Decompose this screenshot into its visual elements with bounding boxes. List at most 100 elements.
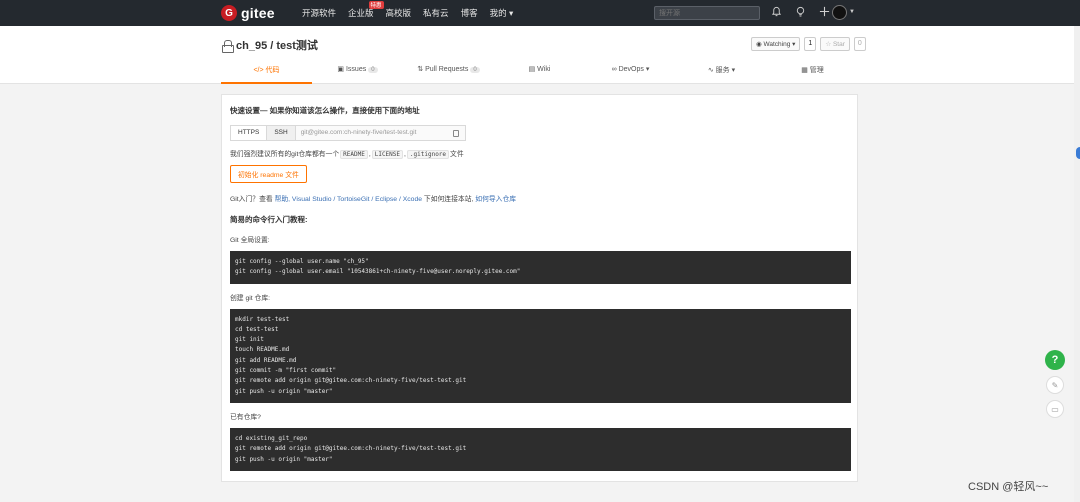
code-line: git remote add origin git@gitee.com:ch-n… <box>235 445 467 453</box>
tab-services-label: 服务 ▾ <box>715 67 736 74</box>
recommend-suffix: 文件 <box>450 151 464 158</box>
code-line: mkdir test-test <box>235 315 290 323</box>
tab-pull-requests-label: Pull Requests <box>425 66 469 73</box>
code-line: cd test-test <box>235 325 279 333</box>
create-repo-code: mkdir test-test cd test-test git init to… <box>230 308 851 403</box>
tab-settings-label: 管理 <box>809 67 824 74</box>
watch-label: Watching ▾ <box>763 41 796 48</box>
lightbulb-icon[interactable] <box>794 6 806 18</box>
repo-header: ch_95 / test测试 ◉ Watching ▾ 1 ☆ Star 0 <… <box>0 26 1080 84</box>
create-repo-label: 创建 git 仓库: <box>230 294 271 302</box>
chat-icon[interactable]: ▭ <box>1046 400 1064 418</box>
license-code: LICENSE <box>371 150 404 159</box>
repo-name[interactable]: ch_95 / test测试 <box>236 37 318 53</box>
tab-devops-label: DevOps ▾ <box>618 66 650 73</box>
tab-issues-label: Issues <box>345 66 367 73</box>
infinity-icon: ∞ <box>611 66 619 73</box>
top-nav: G gitee 开源软件 企业版特惠 高校版 私有云 博客 我的 ▾ ▼ <box>0 0 1080 26</box>
nav-links: 开源软件 企业版 特惠 高校版 私有云 博客 我的 ▾ <box>302 0 525 26</box>
book-icon: ▤ <box>528 66 538 73</box>
init-readme-button[interactable]: 初始化 readme 文件 <box>230 165 307 183</box>
tutorial-heading: 简易的命令行入门教程: <box>230 215 308 224</box>
global-settings-code: git config --global user.name "ch_95" gi… <box>230 251 851 284</box>
bell-icon[interactable] <box>770 6 782 18</box>
promo-badge: 特惠 <box>368 1 384 9</box>
recommend-text: 我们强烈建议所有的git仓库都有一个 README, LICENSE, .gitign… <box>230 150 464 159</box>
copy-icon[interactable] <box>452 130 459 137</box>
watch-button[interactable]: ◉ Watching ▾ <box>751 37 801 51</box>
tab-settings[interactable]: ▦ 管理 <box>767 61 858 84</box>
tab-wiki-label: Wiki <box>537 66 551 73</box>
nav-enterprise-label: 企业版 <box>348 8 374 18</box>
code-line: git init <box>235 336 264 344</box>
pulse-icon: ∿ <box>707 67 716 74</box>
https-tab[interactable]: HTTPS <box>230 125 268 141</box>
clone-url-text: git@gitee.com:ch-ninety-five/test-test.g… <box>300 129 417 136</box>
repo-tabs: </> 代码 ▣ Issues 0 ⇅ Pull Requests 0 ▤ Wiki… <box>221 61 858 84</box>
brand-name: gitee <box>241 5 275 21</box>
gitignore-code: .gitignore <box>406 150 450 159</box>
repo-title: ch_95 / test测试 <box>222 37 318 53</box>
nav-open-source[interactable]: 开源软件 <box>302 7 336 19</box>
code-line: git add README.md <box>235 356 297 364</box>
tab-code-label: </> 代码 <box>253 67 280 74</box>
chevron-down-icon[interactable]: ▼ <box>849 9 855 15</box>
star-button[interactable]: ☆ Star <box>820 37 850 51</box>
watch-star-group: ◉ Watching ▾ 1 ☆ Star 0 <box>751 37 866 51</box>
existing-repo-label: 已有仓库? <box>230 413 261 421</box>
quick-setup-heading: 快速设置— 如果你知道该怎么操作，直接使用下面的地址 <box>230 106 420 115</box>
pull-request-icon: ⇅ <box>417 66 426 73</box>
plus-icon[interactable] <box>818 6 830 18</box>
settings-icon: ▦ <box>801 67 810 74</box>
quick-setup-content: 快速设置— 如果你知道该怎么操作，直接使用下面的地址 HTTPS SSH git… <box>230 105 851 471</box>
tab-pull-requests[interactable]: ⇅ Pull Requests 0 <box>403 61 494 84</box>
recommend-prefix: 我们强烈建议所有的git仓库都有一个 <box>230 151 340 158</box>
git-help-text: Git入门？查看 帮助, Visual Studio / TortoiseGit… <box>230 193 851 203</box>
nav-icons <box>770 6 830 18</box>
ssh-tab[interactable]: SSH <box>267 125 296 141</box>
help-button[interactable]: ? <box>1045 350 1065 370</box>
side-handle[interactable] <box>1076 147 1080 159</box>
code-line: git commit -m "first commit" <box>235 367 337 375</box>
code-line: touch README.md <box>235 346 290 354</box>
clone-url-field[interactable]: git@gitee.com:ch-ninety-five/test-test.g… <box>295 125 466 141</box>
clone-url-row: HTTPS SSH git@gitee.com:ch-ninety-five/t… <box>230 125 851 141</box>
gitee-logo[interactable]: G gitee <box>221 5 275 21</box>
tab-code[interactable]: </> 代码 <box>221 61 312 84</box>
tab-wiki[interactable]: ▤ Wiki <box>494 61 585 84</box>
tab-services[interactable]: ∿ 服务 ▾ <box>676 61 767 84</box>
nav-education[interactable]: 高校版 <box>386 7 412 19</box>
tab-issues[interactable]: ▣ Issues 0 <box>312 61 403 84</box>
quick-setup-panel: 快速设置— 如果你知道该怎么操作，直接使用下面的地址 HTTPS SSH git… <box>221 94 858 482</box>
scrollbar[interactable] <box>1074 26 1080 502</box>
lock-icon <box>222 39 234 53</box>
gitee-logo-icon: G <box>221 5 237 21</box>
help-link[interactable]: 帮助 <box>275 196 289 203</box>
tab-issues-count: 0 <box>368 67 378 73</box>
watermark: CSDN @轻风~~ <box>968 481 1049 493</box>
tab-pull-requests-count: 0 <box>470 67 480 73</box>
code-line: git push -u origin "master" <box>235 387 333 395</box>
readme-code: README <box>340 150 368 159</box>
tab-devops[interactable]: ∞ DevOps ▾ <box>585 61 676 84</box>
nav-mine[interactable]: 我的 ▾ <box>490 7 514 19</box>
watch-count[interactable]: 1 <box>804 37 817 51</box>
code-line: git remote add origin git@gitee.com:ch-n… <box>235 377 467 385</box>
help-prefix: Git入门？查看 <box>230 196 273 203</box>
code-line: git config --global user.name "ch_95" <box>235 258 369 265</box>
code-line: git push -u origin "master" <box>235 455 333 463</box>
edit-icon[interactable]: ✎ <box>1046 376 1064 394</box>
code-line: cd existing_git_repo <box>235 434 308 442</box>
tools-links[interactable]: , Visual Studio / TortoiseGit / Eclipse … <box>288 196 422 203</box>
star-count[interactable]: 0 <box>853 37 866 51</box>
import-link[interactable]: 如何导入仓库 <box>475 196 516 203</box>
nav-blog[interactable]: 博客 <box>461 7 478 19</box>
nav-enterprise[interactable]: 企业版 特惠 <box>348 1 384 19</box>
issues-icon: ▣ <box>337 66 346 73</box>
search-input[interactable] <box>654 6 760 20</box>
global-settings-label: Git 全局设置: <box>230 237 270 244</box>
nav-private-cloud[interactable]: 私有云 <box>423 7 449 19</box>
help-mid: 下如何连接本站, <box>423 196 474 203</box>
avatar[interactable] <box>832 5 847 20</box>
existing-repo-code: cd existing_git_repo git remote add orig… <box>230 427 851 471</box>
